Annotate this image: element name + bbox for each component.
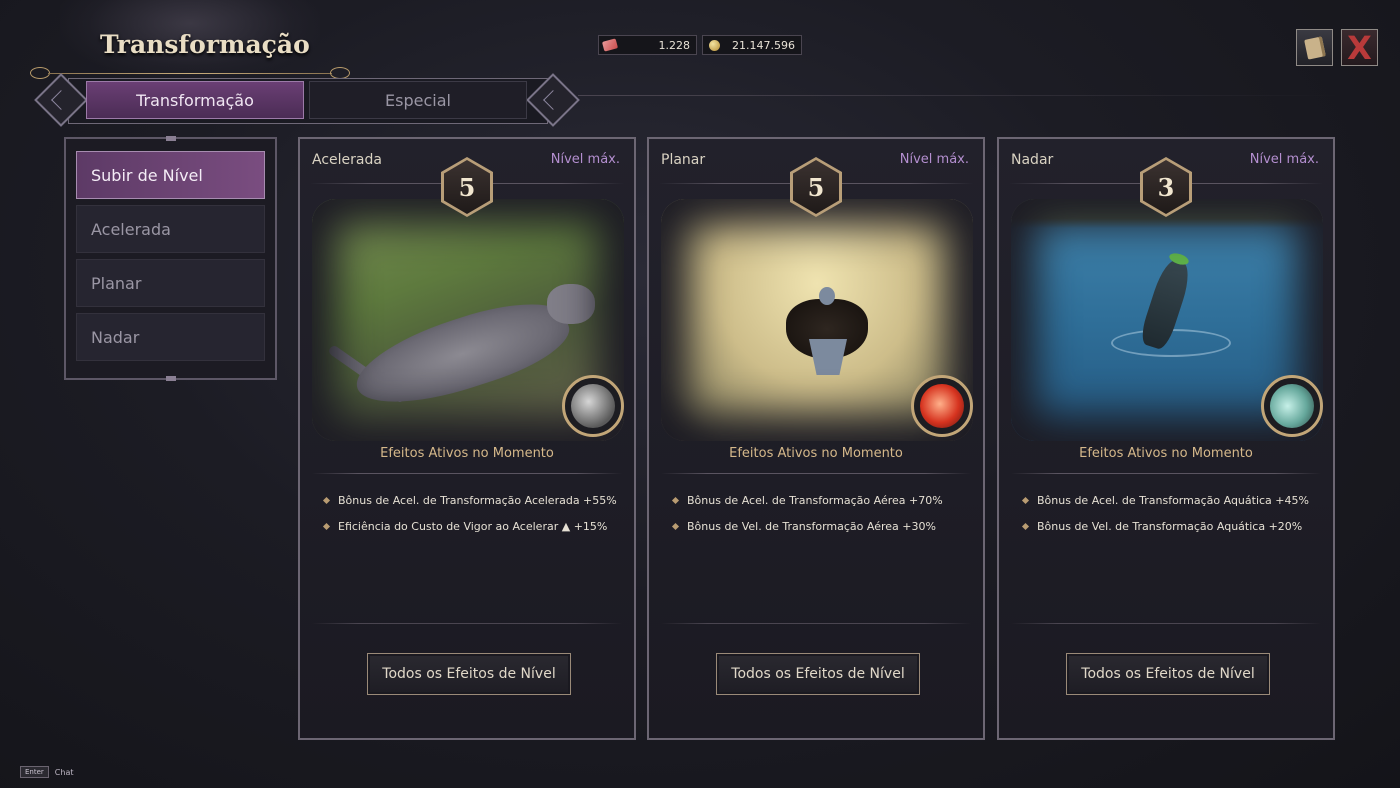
book-icon xyxy=(1303,35,1326,60)
coin-count: 21.147.596 xyxy=(732,38,795,52)
sidebar-item-acelerada[interactable]: Acelerada xyxy=(76,205,265,253)
close-icon: X xyxy=(1347,28,1372,67)
seal-icon[interactable] xyxy=(1261,375,1323,437)
all-level-effects-button[interactable]: Todos os Efeitos de Nível xyxy=(716,653,920,695)
all-level-effects-button[interactable]: Todos os Efeitos de Nível xyxy=(367,653,571,695)
tab-divider xyxy=(578,95,1338,96)
list-item: Bônus de Acel. de Transformação Acelerad… xyxy=(322,487,618,513)
card-name: Acelerada xyxy=(312,152,382,168)
list-item: Bônus de Acel. de Transformação Aquática… xyxy=(1021,487,1317,513)
active-effects-title: Efeitos Ativos no Momento xyxy=(380,446,554,461)
max-level-label: Nível máx. xyxy=(550,152,620,167)
active-effects-title: Efeitos Ativos no Momento xyxy=(729,446,903,461)
ticket-count: 1.228 xyxy=(658,38,691,52)
transformation-card-acelerada: Acelerada Nível máx. 5 Efeitos Ativos no… xyxy=(298,137,636,740)
tab-bar: Transformação Especial xyxy=(34,73,580,127)
diamond-icon xyxy=(1021,496,1030,504)
sidebar: Subir de Nível Acelerada Planar Nadar xyxy=(64,136,277,381)
enter-key-label: Enter xyxy=(20,766,49,778)
active-effects-title: Efeitos Ativos no Momento xyxy=(1079,446,1253,461)
guide-book-button[interactable] xyxy=(1296,29,1333,66)
effects-list: Bônus de Acel. de Transformação Aérea +7… xyxy=(671,487,967,539)
card-name: Planar xyxy=(661,152,706,168)
chat-label: Chat xyxy=(54,767,74,777)
list-item: Eficiência do Custo de Vigor ao Acelerar… xyxy=(322,513,618,539)
chat-hint[interactable]: Enter Chat xyxy=(20,766,74,778)
sidebar-item-subir-de-nivel[interactable]: Subir de Nível xyxy=(76,151,265,199)
card-name: Nadar xyxy=(1011,152,1054,168)
coin-currency: 21.147.596 xyxy=(702,35,802,55)
max-level-label: Nível máx. xyxy=(899,152,969,167)
title-ornament xyxy=(30,67,350,79)
tab-especial[interactable]: Especial xyxy=(309,81,527,119)
diamond-icon xyxy=(322,496,331,504)
list-item: Bônus de Vel. de Transformação Aquática … xyxy=(1021,513,1317,539)
close-button[interactable]: X xyxy=(1341,29,1378,66)
tab-transformacao[interactable]: Transformação xyxy=(86,81,304,119)
coin-icon xyxy=(705,36,723,54)
ticket-icon xyxy=(601,36,619,54)
leopard-icon[interactable] xyxy=(562,375,624,437)
diamond-icon xyxy=(1021,522,1030,530)
max-level-label: Nível máx. xyxy=(1249,152,1319,167)
bird-icon[interactable] xyxy=(911,375,973,437)
diamond-icon xyxy=(322,522,331,530)
list-item: Bônus de Vel. de Transformação Aérea +30… xyxy=(671,513,967,539)
sidebar-item-planar[interactable]: Planar xyxy=(76,259,265,307)
ticket-currency: 1.228 xyxy=(598,35,697,55)
effects-list: Bônus de Acel. de Transformação Aquática… xyxy=(1021,487,1317,539)
transformation-card-planar: Planar Nível máx. 5 Efeitos Ativos no Mo… xyxy=(647,137,985,740)
all-level-effects-button[interactable]: Todos os Efeitos de Nível xyxy=(1066,653,1270,695)
list-item: Bônus de Acel. de Transformação Aérea +7… xyxy=(671,487,967,513)
diamond-icon xyxy=(671,496,680,504)
diamond-icon xyxy=(671,522,680,530)
transformation-card-nadar: Nadar Nível máx. 3 Efeitos Ativos no Mom… xyxy=(997,137,1335,740)
effects-list: Bônus de Acel. de Transformação Acelerad… xyxy=(322,487,618,539)
sidebar-item-nadar[interactable]: Nadar xyxy=(76,313,265,361)
page-title: Transformação xyxy=(100,30,310,59)
